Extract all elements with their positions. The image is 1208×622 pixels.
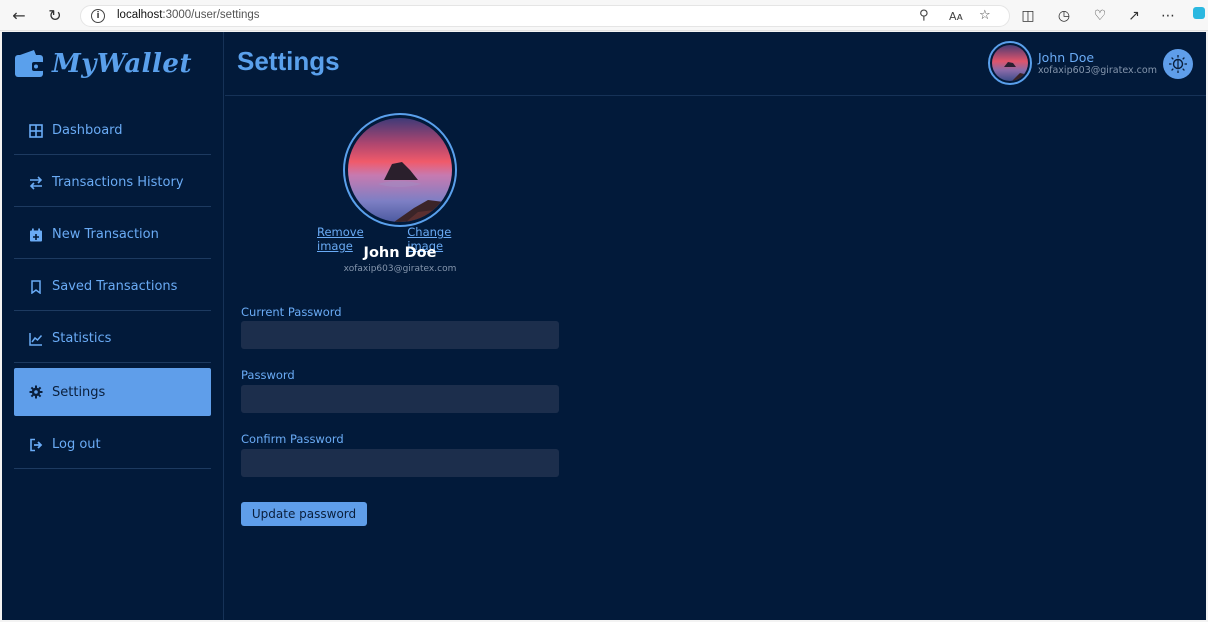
reload-icon[interactable]: ↻ bbox=[44, 5, 66, 27]
site-info-icon[interactable]: i bbox=[91, 9, 105, 23]
split-screen-icon[interactable]: ◫ bbox=[1018, 5, 1038, 27]
confirm-password-input[interactable] bbox=[241, 449, 559, 477]
logout-icon bbox=[28, 437, 44, 453]
sun-icon bbox=[1169, 55, 1187, 73]
sidebar-item-statistics[interactable]: Statistics bbox=[14, 315, 211, 363]
page-title: Settings bbox=[237, 46, 340, 76]
sidebar-item-logout[interactable]: Log out bbox=[14, 421, 211, 469]
url-path: :3000/user/settings bbox=[162, 9, 260, 21]
top-header: Settings John Doe xofaxip603@giratex.com bbox=[225, 32, 1206, 96]
health-icon[interactable]: ♡ bbox=[1090, 5, 1110, 27]
grid-icon bbox=[28, 123, 44, 139]
more-menu-icon[interactable]: ⋯ bbox=[1158, 5, 1178, 27]
update-password-button[interactable]: Update password bbox=[241, 502, 367, 526]
sidebar-item-label: Log out bbox=[52, 437, 101, 452]
logo-text: MyWallet bbox=[52, 49, 192, 79]
sidebar-item-label: Statistics bbox=[52, 331, 112, 346]
avatar[interactable] bbox=[988, 41, 1032, 85]
sidebar-item-label: Saved Transactions bbox=[52, 279, 178, 294]
back-arrow-icon[interactable]: ← bbox=[8, 5, 30, 27]
calendar-plus-icon bbox=[28, 227, 44, 243]
gear-icon bbox=[28, 384, 44, 400]
history-icon[interactable]: ◷ bbox=[1054, 5, 1074, 27]
url-text: localhost:3000/user/settings bbox=[117, 9, 260, 21]
logo[interactable]: MyWallet bbox=[14, 42, 192, 86]
wallet-icon bbox=[14, 49, 46, 79]
current-password-input[interactable] bbox=[241, 321, 559, 349]
sidebar-item-transactions-history[interactable]: Transactions History bbox=[14, 159, 211, 207]
favorite-star-icon[interactable]: ☆ bbox=[979, 8, 991, 23]
sidebar: MyWallet Dashboard Transactions History … bbox=[2, 32, 224, 620]
sidebar-item-label: New Transaction bbox=[52, 227, 159, 242]
swap-arrows-icon bbox=[28, 175, 44, 191]
app-root: MyWallet Dashboard Transactions History … bbox=[2, 32, 1206, 620]
sidebar-item-settings[interactable]: Settings bbox=[14, 368, 211, 416]
sidebar-item-saved-transactions[interactable]: Saved Transactions bbox=[14, 263, 211, 311]
sidebar-item-label: Transactions History bbox=[52, 175, 184, 190]
share-icon[interactable]: ↗ bbox=[1124, 5, 1144, 27]
header-user-name[interactable]: John Doe bbox=[1038, 50, 1094, 65]
current-password-label: Current Password bbox=[241, 305, 342, 319]
copilot-icon[interactable] bbox=[1190, 5, 1208, 27]
header-user-email: xofaxip603@giratex.com bbox=[1038, 65, 1157, 76]
key-icon[interactable]: ⚲ bbox=[919, 8, 929, 23]
read-aloud-icon[interactable]: Aᴀ bbox=[949, 10, 963, 23]
address-bar[interactable]: i localhost:3000/user/settings ⚲ Aᴀ ☆ bbox=[80, 5, 1010, 27]
url-host: localhost bbox=[117, 9, 163, 21]
theme-toggle-button[interactable] bbox=[1163, 49, 1193, 79]
line-chart-icon bbox=[28, 331, 44, 347]
profile-name: John Doe bbox=[363, 245, 437, 261]
settings-main: Remove image Change image John Doe xofax… bbox=[225, 97, 1206, 620]
profile-email: xofaxip603@giratex.com bbox=[343, 264, 457, 274]
sidebar-item-label: Settings bbox=[52, 384, 106, 400]
sidebar-item-new-transaction[interactable]: New Transaction bbox=[14, 211, 211, 259]
confirm-password-label: Confirm Password bbox=[241, 432, 344, 446]
password-input[interactable] bbox=[241, 385, 559, 413]
browser-toolbar: ← ↻ i localhost:3000/user/settings ⚲ Aᴀ … bbox=[0, 0, 1208, 31]
sidebar-item-label: Dashboard bbox=[52, 123, 123, 138]
sidebar-item-dashboard[interactable]: Dashboard bbox=[14, 107, 211, 155]
bookmark-icon bbox=[28, 279, 44, 295]
password-label: Password bbox=[241, 368, 295, 382]
profile-avatar bbox=[343, 113, 457, 227]
